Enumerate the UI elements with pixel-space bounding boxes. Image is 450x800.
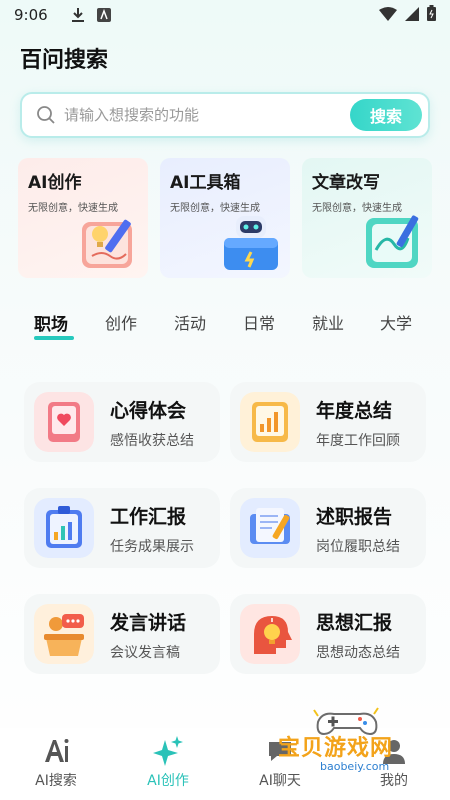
search-button[interactable]: 搜索 — [350, 99, 422, 131]
grid-card-title: 述职报告 — [316, 506, 393, 528]
app-notification-icon — [96, 7, 112, 23]
ai-search-icon — [45, 739, 69, 762]
nav-ai-search[interactable]: AI搜索 — [6, 736, 106, 790]
grid-card-subtitle: 任务成果展示 — [110, 539, 194, 555]
watermark-url: baobeiy.com — [320, 760, 390, 773]
bar-chart-document-icon — [240, 392, 300, 452]
grid-card-subtitle: 岗位履职总结 — [316, 539, 400, 555]
podium-speech-icon — [34, 604, 94, 664]
grid-card-thought-report[interactable]: 思想汇报 思想动态总结 — [230, 594, 426, 674]
watermark-text: 宝贝游戏网 — [278, 736, 394, 761]
tab-employment[interactable]: 就业 — [312, 310, 344, 334]
clipboard-chart-icon — [34, 498, 94, 558]
grid-card-subtitle: 思想动态总结 — [316, 645, 400, 661]
rewrite-document-icon — [366, 215, 419, 268]
robot-toolbox-icon — [224, 216, 278, 270]
grid-card-subtitle: 会议发言稿 — [110, 645, 180, 661]
active-tab-indicator — [34, 336, 74, 340]
tab-daily[interactable]: 日常 — [243, 310, 275, 334]
wifi-icon — [379, 6, 397, 25]
sparkle-icon — [153, 736, 183, 766]
search-bar[interactable]: 搜索 — [20, 92, 430, 138]
battery-icon — [427, 5, 436, 25]
feature-card-article-rewrite[interactable]: 文章改写 无限创意，快速生成 — [302, 158, 432, 278]
document-pen-icon — [240, 498, 300, 558]
nav-label: AI创作 — [147, 773, 189, 789]
feature-card-ai-writing[interactable]: AI创作 无限创意，快速生成 — [18, 158, 148, 278]
writing-illustration-icon — [82, 219, 132, 268]
page-title: 百问搜索 — [20, 48, 109, 73]
grid-card-experience[interactable]: 心得体会 感悟收获总结 — [24, 382, 220, 462]
tab-creation[interactable]: 创作 — [105, 310, 137, 334]
search-icon — [36, 105, 56, 125]
feature-card-ai-toolbox[interactable]: AI工具箱 无限创意，快速生成 — [160, 158, 290, 278]
nav-label: AI搜索 — [35, 773, 77, 789]
nav-ai-creation[interactable]: AI创作 — [118, 736, 218, 790]
feature-card-title: AI创作 — [28, 173, 82, 193]
grid-card-annual-summary[interactable]: 年度总结 年度工作回顾 — [230, 382, 426, 462]
grid-card-job-report[interactable]: 述职报告 岗位履职总结 — [230, 488, 426, 568]
grid-card-title: 思想汇报 — [316, 612, 393, 634]
heart-document-icon — [34, 392, 94, 452]
feature-card-title: AI工具箱 — [170, 173, 241, 193]
grid-card-title: 发言讲话 — [110, 612, 187, 634]
download-icon — [70, 7, 86, 23]
category-tabs: 职场 创作 活动 日常 就业 大学 — [0, 306, 450, 346]
grid-card-title: 年度总结 — [316, 400, 393, 422]
grid-card-subtitle: 年度工作回顾 — [316, 433, 400, 449]
signal-icon — [405, 6, 419, 25]
tab-activity[interactable]: 活动 — [174, 310, 206, 334]
search-input[interactable] — [64, 106, 344, 124]
watermark: 宝贝游戏网 baobeiy.com — [272, 704, 432, 774]
tab-workplace[interactable]: 职场 — [34, 310, 68, 335]
grid-card-work-report[interactable]: 工作汇报 任务成果展示 — [24, 488, 220, 568]
head-lightbulb-icon — [240, 604, 300, 664]
grid-card-title: 心得体会 — [110, 400, 187, 422]
tab-university[interactable]: 大学 — [380, 310, 412, 334]
grid-card-speech[interactable]: 发言讲话 会议发言稿 — [24, 594, 220, 674]
status-bar: 9:06 — [0, 0, 450, 30]
feature-card-title: 文章改写 — [312, 173, 380, 193]
status-time: 9:06 — [14, 6, 48, 24]
grid-card-subtitle: 感悟收获总结 — [110, 433, 194, 449]
grid-card-title: 工作汇报 — [110, 506, 187, 528]
